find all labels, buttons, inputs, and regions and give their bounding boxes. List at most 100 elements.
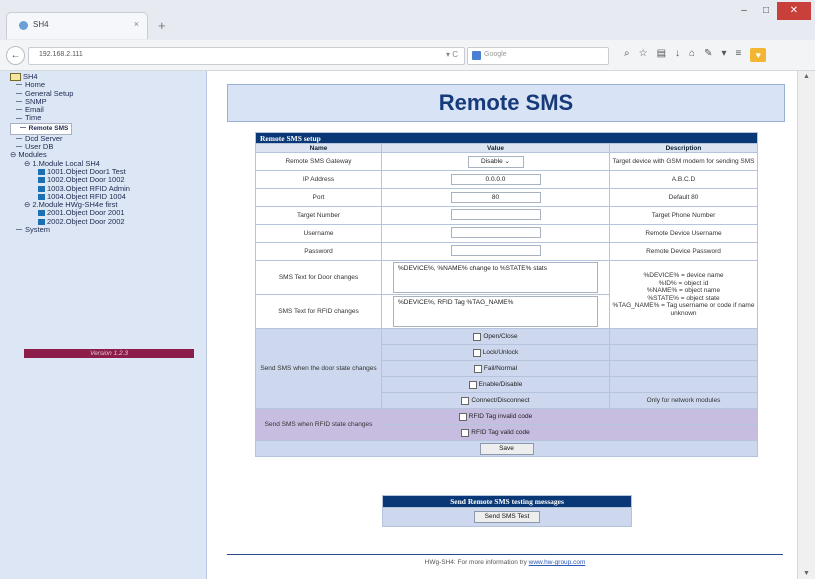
search-placeholder: Google — [484, 51, 507, 58]
ip-address-description: A.B.C.D — [609, 170, 758, 189]
sms-test-table: Send Remote SMS testing messages Send SM… — [382, 495, 632, 527]
page-header: Remote SMS — [227, 84, 785, 122]
scroll-up-icon[interactable]: ▲ — [803, 73, 810, 80]
address-bar[interactable]: 192.168.2.111 ▾ C — [28, 47, 465, 65]
bookmark-star-icon[interactable]: ☆ — [639, 48, 648, 62]
addon-icon[interactable]: ✎ — [704, 48, 712, 62]
tree-item-system[interactable]: System — [10, 225, 130, 234]
port-description: Default 80 — [609, 188, 758, 207]
navigation-tree: SH4 Home General Setup SNMP Email Time R… — [10, 72, 130, 234]
column-header-name: Name — [255, 143, 382, 153]
browser-navbar: ← 192.168.2.111 ▾ C Google ⌕ ☆ ▤ ↓ ⌂ ✎ ▾… — [0, 40, 815, 71]
search-input[interactable]: Google — [467, 47, 609, 65]
target-number-input[interactable] — [450, 209, 541, 220]
window-controls: – □ ✕ — [733, 2, 811, 20]
download-icon[interactable]: ↓ — [675, 48, 680, 62]
object-icon — [38, 185, 45, 192]
search-icon[interactable]: ⌕ — [624, 48, 630, 62]
folder-icon — [10, 73, 21, 82]
gateway-select[interactable]: Disable ⌄ — [467, 155, 524, 168]
sidebar: SH4 Home General Setup SNMP Email Time R… — [0, 71, 207, 579]
vertical-scrollbar[interactable]: ▲ ▼ — [797, 71, 815, 579]
door-group-label: Send SMS when the door state changes — [255, 328, 382, 409]
connect-disconnect-option[interactable]: Connect/Disconnect — [461, 396, 530, 405]
tab-favicon-icon — [19, 21, 28, 30]
address-text: 192.168.2.111 — [39, 51, 83, 58]
password-label: Password — [255, 242, 382, 261]
page-title: Remote SMS — [438, 90, 574, 115]
password-description: Remote Device Password — [609, 242, 758, 261]
browser-titlebar: SH4 × + – □ ✕ — [0, 0, 815, 40]
target-number-label: Target Number — [255, 206, 382, 225]
checkbox[interactable] — [473, 332, 482, 341]
menu-icon[interactable]: ≡ — [736, 48, 742, 62]
checkbox[interactable] — [472, 348, 481, 357]
ip-address-label: IP Address — [255, 170, 382, 189]
open-close-option[interactable]: Open/Close — [473, 332, 518, 341]
checkbox[interactable] — [468, 380, 477, 389]
tree-item-time[interactable]: Time — [10, 114, 130, 122]
send-sms-test-button[interactable]: Send SMS Test — [474, 511, 540, 523]
footer-link[interactable]: www.hw-group.com — [529, 559, 586, 566]
footer: HWg-SH4: For more information try www.hw… — [227, 559, 783, 566]
ip-address-input[interactable]: 0.0.0.0 — [450, 174, 541, 185]
new-tab-button[interactable]: + — [158, 18, 166, 33]
connect-note: Only for network modules — [609, 392, 758, 409]
footer-text: HWg-SH4: For more information try — [424, 559, 529, 566]
back-arrow-icon[interactable]: ← — [6, 46, 25, 65]
checkbox[interactable] — [473, 364, 482, 373]
gateway-description: Target device with GSM modem for sending… — [609, 152, 758, 171]
object-icon — [38, 193, 45, 200]
save-button[interactable]: Save — [479, 442, 534, 455]
door-text-label: SMS Text for Door changes — [255, 260, 382, 295]
test-caption: Send Remote SMS testing messages — [382, 495, 632, 508]
main-content: Remote SMS Remote SMS setup Name Value D… — [207, 71, 797, 579]
footer-divider — [227, 554, 783, 555]
reload-icon[interactable]: ▾ C — [446, 50, 458, 59]
clipboard-icon[interactable]: ▤ — [657, 48, 666, 62]
version-banner: Version 1.2.3 — [24, 349, 194, 358]
target-number-description: Target Phone Number — [609, 206, 758, 225]
tab-close-icon[interactable]: × — [134, 19, 139, 29]
object-icon — [38, 168, 45, 175]
column-header-description: Description — [609, 143, 758, 153]
extension-icon[interactable]: ♥ — [750, 48, 767, 62]
chevron-down-icon: ⌄ — [504, 157, 510, 165]
fail-normal-option[interactable]: Fail/Normal — [473, 364, 517, 373]
rfid-valid-option[interactable]: RFID Tag valid code — [461, 428, 530, 437]
object-icon — [38, 177, 45, 184]
google-search-icon — [472, 51, 481, 60]
lock-unlock-option[interactable]: Lock/Unlock — [472, 348, 518, 357]
scroll-down-icon[interactable]: ▼ — [803, 570, 810, 577]
checkbox[interactable] — [461, 428, 470, 437]
home-icon[interactable]: ⌂ — [689, 48, 695, 62]
maximize-icon[interactable]: □ — [755, 2, 777, 20]
rfid-text-textarea[interactable]: %DEVICE%, RFID Tag %TAG_NAME% — [393, 296, 598, 327]
remote-sms-setup-table: Remote SMS setup Name Value Description … — [255, 132, 758, 457]
object-icon — [38, 210, 45, 217]
door-text-textarea[interactable]: %DEVICE%, %NAME% change to %STATE% stats — [393, 262, 598, 293]
port-label: Port — [255, 188, 382, 207]
object-icon — [38, 218, 45, 225]
text-variables-help: %DEVICE% = device name %ID% = object id … — [609, 260, 758, 329]
rfid-group-label: Send SMS when RFID state changes — [255, 408, 382, 441]
port-input[interactable]: 80 — [450, 192, 541, 203]
rfid-invalid-option[interactable]: RFID Tag invalid code — [458, 412, 532, 421]
checkbox[interactable] — [461, 396, 470, 405]
close-window-icon[interactable]: ✕ — [777, 2, 811, 20]
browser-tab[interactable]: SH4 × — [6, 12, 148, 39]
gateway-label: Remote SMS Gateway — [255, 152, 382, 171]
rfid-text-label: SMS Text for RFID changes — [255, 294, 382, 329]
tab-title: SH4 — [33, 20, 49, 29]
enable-disable-option[interactable]: Enable/Disable — [468, 380, 522, 389]
username-label: Username — [255, 224, 382, 243]
username-description: Remote Device Username — [609, 224, 758, 243]
checkbox[interactable] — [458, 412, 467, 421]
overflow-icon[interactable]: ▾ — [721, 48, 726, 62]
username-input[interactable] — [450, 227, 541, 238]
browser-toolbar: ⌕ ☆ ▤ ↓ ⌂ ✎ ▾ ≡ ♥ — [624, 48, 767, 62]
password-input[interactable] — [450, 245, 541, 256]
minimize-icon[interactable]: – — [733, 2, 755, 20]
column-header-value: Value — [381, 143, 610, 153]
setup-caption: Remote SMS setup — [255, 132, 758, 144]
